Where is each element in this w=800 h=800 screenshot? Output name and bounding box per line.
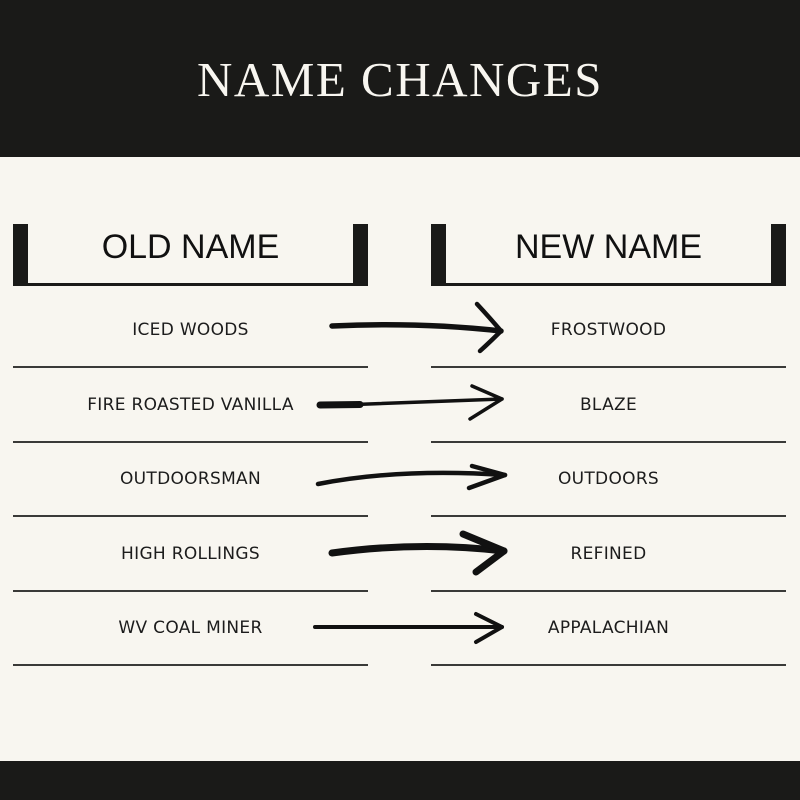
row-divider [431, 664, 786, 666]
old-name-cell: OUTDOORSMAN [120, 469, 261, 489]
old-name-cell: HIGH ROLLINGS [121, 544, 260, 564]
row-divider [13, 664, 368, 666]
new-name-cell: FROSTWOOD [550, 320, 667, 340]
new-name-cell: BLAZE [579, 395, 638, 415]
new-name-cell: REFINED [570, 544, 647, 564]
new-name-cell: APPALACHIAN [547, 618, 670, 638]
page-title: NAME CHANGES [197, 52, 603, 107]
header-banner: NAME CHANGES [0, 0, 800, 157]
old-name-cell: ICED WOODS [132, 320, 249, 340]
old-name-column-header: OLD NAME [13, 224, 368, 286]
new-name-header-label: NEW NAME [515, 228, 702, 266]
old-name-cell: WV COAL MINER [118, 618, 263, 638]
old-name-cell: FIRE ROASTED VANILLA [87, 395, 294, 415]
new-name-cell: OUTDOORS [557, 469, 660, 489]
new-name-column-header: NEW NAME [431, 224, 786, 286]
old-name-header-label: OLD NAME [101, 228, 280, 266]
footer-banner [0, 761, 800, 800]
